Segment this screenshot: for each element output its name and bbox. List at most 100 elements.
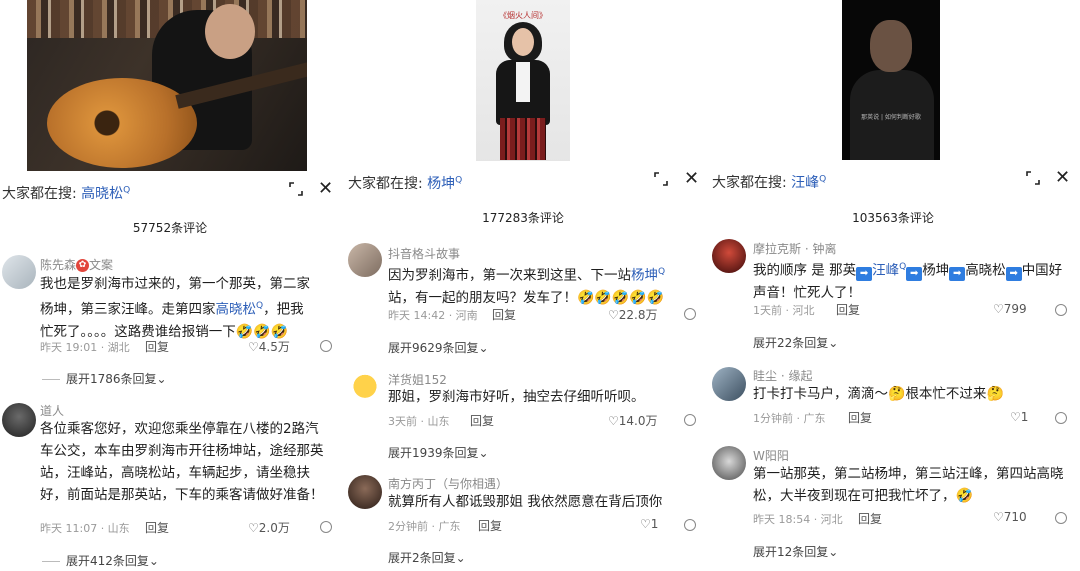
expand-icon[interactable] [1026, 171, 1040, 185]
comment-username[interactable]: 陈先森 ✿ 文案 [40, 256, 113, 273]
avatar[interactable] [2, 403, 36, 437]
search-keyword[interactable]: 杨坤 [427, 176, 455, 192]
comment-username[interactable]: 眭尘 · 缘起 [753, 367, 812, 384]
reply-button[interactable]: 回复 [492, 306, 516, 323]
like-count: 2.0万 [258, 521, 290, 535]
like-button[interactable]: ♡1 [640, 517, 658, 531]
like-button[interactable]: ♡2.0万 [248, 519, 290, 536]
comment-time: 3天前 · 山东 [388, 415, 450, 428]
thinking-emoji-icon: 🤔 [986, 386, 1004, 402]
search-keyword[interactable]: 汪峰 [791, 175, 819, 191]
reply-button[interactable]: 回复 [848, 409, 872, 426]
close-icon[interactable]: ✕ [684, 170, 699, 188]
like-button[interactable]: ♡1 [1010, 410, 1028, 424]
comment-text: 我的顺序 是 那英 ➡ 汪峰Q➡ 杨坤 ➡ 高晓松 ➡ 中国好声音！忙死人了！ [753, 262, 1063, 301]
avatar[interactable] [348, 475, 382, 509]
comment-username[interactable]: 道人 [40, 402, 64, 419]
chevron-down-icon: ⌄ [478, 341, 489, 355]
video-thumbnail-guitar[interactable] [27, 0, 307, 171]
comment-username[interactable]: 抖音格斗故事 [388, 245, 460, 262]
like-count: 22.8万 [618, 308, 658, 322]
reply-button[interactable]: 回复 [478, 517, 502, 534]
dislike-icon[interactable] [320, 340, 332, 352]
chevron-down-icon: ⌄ [828, 545, 839, 559]
like-count: 14.0万 [618, 414, 658, 428]
comment-time: 1天前 · 河北 [753, 304, 815, 317]
comment-count: 177283条评论 [482, 211, 564, 225]
heart-icon: ♡ [640, 517, 651, 531]
heart-icon: ♡ [993, 302, 1004, 316]
avatar[interactable] [712, 367, 746, 401]
search-suggestion[interactable]: 大家都在搜: 汪峰Q [712, 172, 826, 192]
avatar[interactable] [2, 255, 36, 289]
search-icon: Q [123, 185, 131, 196]
reply-button[interactable]: 回复 [145, 338, 169, 355]
search-suggestion[interactable]: 大家都在搜: 高晓松Q [2, 183, 130, 203]
video-caption: 那英说 | 如何判断好歌 [861, 114, 921, 121]
dislike-icon[interactable] [684, 308, 696, 320]
dislike-icon[interactable] [684, 414, 696, 426]
comment-time: 昨天 19:01 · 湖北 [40, 341, 130, 354]
laughing-emoji-icon: 🤣 [955, 488, 973, 504]
avatar[interactable] [348, 243, 382, 277]
expand-replies[interactable]: 展开2条回复⌄ [388, 549, 466, 566]
guitar [47, 78, 197, 168]
comment-text: 第一站那英，第二站杨坤，第三站汪峰，第四站高晓松，大半夜到现在可把我忙坏了，🤣 [753, 466, 1064, 504]
like-button[interactable]: ♡22.8万 [608, 306, 658, 323]
like-button[interactable]: ♡4.5万 [248, 338, 290, 355]
search-prefix: 大家都在搜: [712, 175, 787, 191]
keyword-link[interactable]: 汪峰 [872, 263, 899, 279]
keyword-link[interactable]: 高晓松 [216, 302, 257, 318]
search-icon: Q [899, 262, 907, 272]
comment-text: 打卡打卡马户，滴滴～🤔根本忙不过来🤔 [753, 386, 1004, 402]
keyword-link[interactable]: 杨坤 [631, 268, 658, 284]
search-suggestion[interactable]: 大家都在搜: 杨坤Q [348, 173, 462, 193]
reply-button[interactable]: 回复 [836, 301, 860, 318]
expand-replies[interactable]: 展开12条回复⌄ [753, 543, 838, 560]
comment-username[interactable]: 摩拉克斯 · 钟离 [753, 240, 836, 257]
reply-button[interactable]: 回复 [858, 510, 882, 527]
reply-button[interactable]: 回复 [145, 519, 169, 536]
dislike-icon[interactable] [1055, 304, 1067, 316]
like-count: 799 [1003, 302, 1027, 316]
search-keyword[interactable]: 高晓松 [81, 186, 123, 202]
like-button[interactable]: ♡710 [993, 510, 1027, 524]
comment-username[interactable]: 南方丙丁（与你相遇） [388, 475, 508, 492]
search-icon: Q [819, 174, 827, 185]
expand-replies[interactable]: 展开1939条回复⌄ [388, 444, 489, 461]
expand-replies[interactable]: 展开1786条回复⌄ [42, 370, 167, 387]
video-thumbnail-woman[interactable]: 《烟火人间》 [476, 0, 570, 165]
expand-icon[interactable] [289, 182, 303, 196]
close-icon[interactable]: ✕ [318, 180, 333, 198]
avatar[interactable] [712, 239, 746, 273]
expand-replies[interactable]: 展开412条回复⌄ [42, 552, 159, 569]
heart-icon: ♡ [248, 521, 259, 535]
search-bar[interactable]: 大家都在搜: 汪峰Q ✕ [706, 160, 1080, 200]
reply-button[interactable]: 回复 [470, 412, 494, 429]
comment-username[interactable]: W阳阳 [753, 447, 789, 464]
dislike-icon[interactable] [1055, 412, 1067, 424]
comment-text: 因为罗刹海市，第一次来到这里、下一站杨坤Q站，有一起的朋友吗？发车了！🤣🤣🤣🤣🤣 [388, 267, 666, 306]
comment-time: 1分钟前 · 广东 [753, 412, 826, 425]
comment-count: 57752条评论 [132, 221, 208, 235]
expand-replies[interactable]: 展开9629条回复⌄ [388, 339, 489, 356]
chevron-down-icon: ⌄ [478, 446, 489, 460]
dislike-icon[interactable] [1055, 512, 1067, 524]
expand-icon[interactable] [654, 172, 668, 186]
video-thumbnail-man[interactable]: 那英说 | 如何判断好歌 [842, 0, 940, 160]
heart-icon: ♡ [993, 510, 1004, 524]
close-icon[interactable]: ✕ [1055, 169, 1070, 187]
avatar[interactable] [348, 371, 382, 405]
arrow-right-icon: ➡ [856, 266, 873, 281]
dislike-icon[interactable] [684, 519, 696, 531]
dislike-icon[interactable] [320, 521, 332, 533]
search-bar[interactable]: 大家都在搜: 杨坤Q ✕ [340, 161, 706, 201]
search-bar[interactable]: 大家都在搜: 高晓松Q ✕ [0, 171, 340, 211]
expand-replies[interactable]: 展开22条回复⌄ [753, 334, 838, 351]
like-button[interactable]: ♡14.0万 [608, 412, 658, 429]
thinking-emoji-icon: 🤔 [888, 386, 906, 402]
like-button[interactable]: ♡799 [993, 302, 1027, 316]
avatar[interactable] [712, 446, 746, 480]
search-prefix: 大家都在搜: [2, 186, 77, 202]
search-prefix: 大家都在搜: [348, 176, 423, 192]
